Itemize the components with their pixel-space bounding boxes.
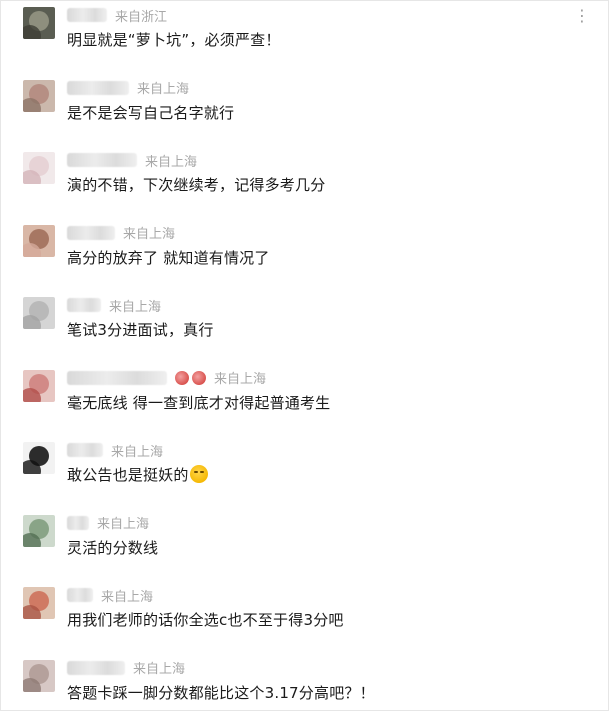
avatar[interactable] bbox=[23, 80, 55, 112]
avatar[interactable] bbox=[23, 152, 55, 184]
comment-meta: 来自上海 bbox=[67, 296, 161, 314]
comment-item: 来自上海敢公告也是挺妖的 bbox=[0, 435, 609, 508]
location-label: 来自上海 bbox=[101, 586, 153, 605]
username-redacted[interactable] bbox=[67, 371, 167, 385]
comment-text: 用我们老师的话你全选c也不至于得3分吧 bbox=[67, 609, 344, 630]
comment-item: 来自上海演的不错，下次继续考，记得多考几分 bbox=[0, 145, 609, 218]
lips-icon bbox=[192, 371, 206, 385]
comment-text-content: 用我们老师的话你全选c也不至于得3分吧 bbox=[67, 611, 344, 629]
comment-item: 来自上海答题卡踩一脚分数都能比这个3.17分高吧？！ bbox=[0, 653, 609, 725]
username-redacted[interactable] bbox=[67, 516, 89, 530]
comment-text: 答题卡踩一脚分数都能比这个3.17分高吧？！ bbox=[67, 682, 375, 703]
comment-item: 来自上海用我们老师的话你全选c也不至于得3分吧 bbox=[0, 580, 609, 653]
comment-meta: 来自上海 bbox=[67, 441, 163, 459]
comment-text-content: 答题卡踩一脚分数都能比这个3.17分高吧？！ bbox=[67, 684, 375, 702]
comment-meta: 来自上海 bbox=[67, 586, 153, 604]
username-redacted[interactable] bbox=[67, 81, 129, 95]
comment-text-content: 是不是会写自己名字就行 bbox=[67, 104, 234, 122]
comment-text-content: 敢公告也是挺妖的 bbox=[67, 466, 189, 484]
avatar[interactable] bbox=[23, 515, 55, 547]
comment-item: 来自上海灵活的分数线 bbox=[0, 508, 609, 581]
avatar[interactable] bbox=[23, 225, 55, 257]
lips-icon bbox=[175, 371, 189, 385]
comment-item: 来自上海高分的放弃了 就知道有情况了 bbox=[0, 218, 609, 291]
avatar[interactable] bbox=[23, 587, 55, 619]
username-redacted[interactable] bbox=[67, 8, 107, 22]
avatar[interactable] bbox=[23, 442, 55, 474]
comment-text: 毫无底线 得一查到底才对得起普通考生 bbox=[67, 392, 330, 413]
comment-text: 演的不错，下次继续考，记得多考几分 bbox=[67, 174, 325, 195]
location-label: 来自上海 bbox=[109, 296, 161, 315]
location-label: 来自上海 bbox=[145, 151, 197, 170]
location-label: 来自上海 bbox=[214, 368, 266, 387]
comment-item: 来自上海是不是会写自己名字就行 bbox=[0, 73, 609, 146]
comment-text: 高分的放弃了 就知道有情况了 bbox=[67, 247, 270, 268]
comment-meta: 来自浙江 bbox=[67, 6, 167, 24]
username-redacted[interactable] bbox=[67, 226, 115, 240]
comment-text: 笔试3分进面试，真行 bbox=[67, 319, 214, 340]
avatar[interactable] bbox=[23, 297, 55, 329]
comment-text: 明显就是“萝卜坑”，必须严查！ bbox=[67, 29, 281, 50]
comment-meta: 来自上海 bbox=[67, 224, 175, 242]
location-label: 来自上海 bbox=[97, 513, 149, 532]
location-label: 来自上海 bbox=[111, 441, 163, 460]
comment-item: 来自上海笔试3分进面试，真行 bbox=[0, 290, 609, 363]
username-redacted[interactable] bbox=[67, 661, 125, 675]
comment-meta: 来自上海 bbox=[67, 659, 185, 677]
location-label: 来自浙江 bbox=[115, 6, 167, 25]
comment-text-content: 毫无底线 得一查到底才对得起普通考生 bbox=[67, 394, 330, 412]
username-redacted[interactable] bbox=[67, 153, 137, 167]
comment-text: 灵活的分数线 bbox=[67, 537, 158, 558]
comment-text-content: 演的不错，下次继续考，记得多考几分 bbox=[67, 176, 325, 194]
comment-meta: 来自上海 bbox=[67, 369, 266, 387]
comment-item: 来自浙江明显就是“萝卜坑”，必须严查！ bbox=[0, 0, 609, 73]
username-redacted[interactable] bbox=[67, 588, 93, 602]
comment-list: 来自浙江明显就是“萝卜坑”，必须严查！来自上海是不是会写自己名字就行来自上海演的… bbox=[0, 0, 609, 725]
comment-text-content: 高分的放弃了 就知道有情况了 bbox=[67, 249, 270, 267]
avatar[interactable] bbox=[23, 370, 55, 402]
location-label: 来自上海 bbox=[133, 658, 185, 677]
comment-text: 是不是会写自己名字就行 bbox=[67, 102, 234, 123]
comment-text: 敢公告也是挺妖的 bbox=[67, 464, 208, 485]
comment-meta: 来自上海 bbox=[67, 151, 197, 169]
comment-text-content: 明显就是“萝卜坑”，必须严查！ bbox=[67, 31, 281, 49]
location-label: 来自上海 bbox=[137, 78, 189, 97]
comment-item: 来自上海毫无底线 得一查到底才对得起普通考生 bbox=[0, 363, 609, 436]
comment-meta: 来自上海 bbox=[67, 514, 149, 532]
avatar[interactable] bbox=[23, 7, 55, 39]
comment-text-content: 灵活的分数线 bbox=[67, 539, 158, 557]
avatar[interactable] bbox=[23, 660, 55, 692]
lips-emoji-badges bbox=[175, 371, 206, 385]
location-label: 来自上海 bbox=[123, 223, 175, 242]
comment-meta: 来自上海 bbox=[67, 79, 189, 97]
username-redacted[interactable] bbox=[67, 443, 103, 457]
username-redacted[interactable] bbox=[67, 298, 101, 312]
comment-text-content: 笔试3分进面试，真行 bbox=[67, 321, 214, 339]
laughing-emoji-icon bbox=[190, 465, 208, 483]
